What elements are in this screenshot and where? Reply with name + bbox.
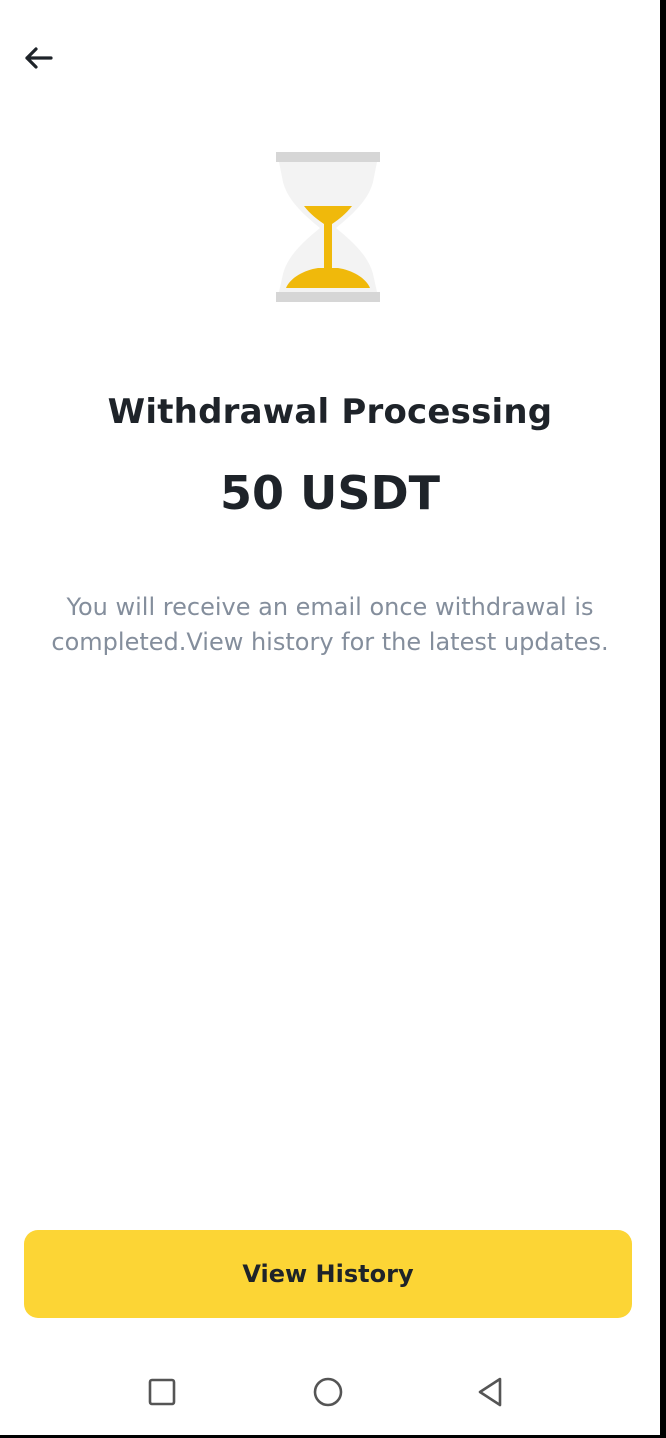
back-button[interactable]	[18, 40, 58, 80]
view-history-button[interactable]: View History	[24, 1230, 632, 1318]
back-triangle-icon	[475, 1376, 505, 1412]
system-navigation-bar	[0, 1350, 660, 1435]
status-description: You will receive an email once withdrawa…	[51, 593, 609, 656]
status-title: Withdrawal Processing	[107, 392, 553, 432]
arrow-left-icon	[23, 46, 53, 74]
recents-button[interactable]	[138, 1370, 186, 1418]
screen-edge-right	[660, 0, 666, 1438]
withdrawal-status-screen: Withdrawal Processing 50 USDT You will r…	[0, 0, 660, 1438]
home-circle-icon	[312, 1376, 344, 1412]
withdrawal-amount: 50 USDT	[219, 466, 441, 520]
hourglass-icon	[274, 152, 382, 304]
system-back-button[interactable]	[466, 1370, 514, 1418]
home-button[interactable]	[304, 1370, 352, 1418]
recents-square-icon	[147, 1377, 177, 1411]
